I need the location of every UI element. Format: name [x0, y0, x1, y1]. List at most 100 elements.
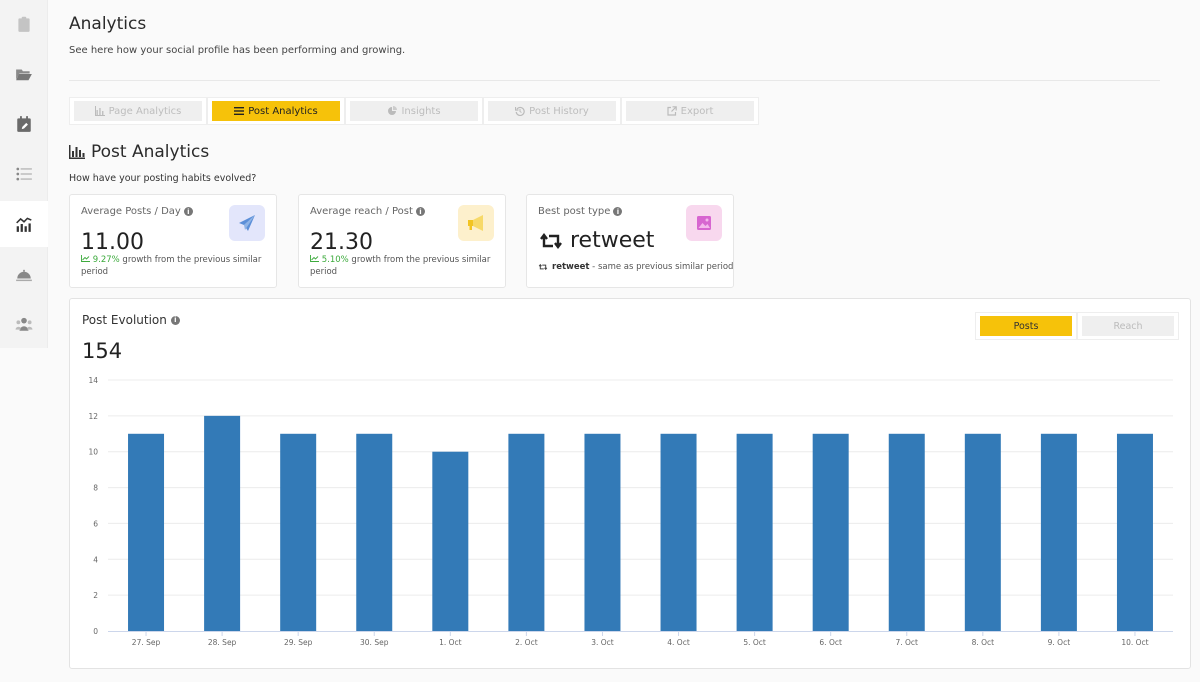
- y-tick-label: 4: [93, 555, 98, 564]
- best-type-value: retweet: [538, 228, 654, 253]
- folder-open-icon: [16, 69, 32, 81]
- card-growth: 9.27% growth from the previous similar p…: [81, 254, 271, 278]
- clipboard-icon: [18, 16, 30, 32]
- x-tick-label: 5. Oct: [743, 638, 766, 647]
- sidebar-item-calendar[interactable]: [0, 104, 48, 144]
- x-tick-label: 7. Oct: [895, 638, 918, 647]
- analytics-tabs: Page Analytics Post Analytics Insights P…: [69, 97, 759, 125]
- sidebar: [0, 0, 48, 348]
- x-tick-label: 6. Oct: [819, 638, 842, 647]
- service-bell-icon: [16, 269, 32, 282]
- pie-chart-icon: [388, 106, 398, 115]
- y-tick-label: 14: [88, 376, 98, 385]
- bar: [1040, 433, 1077, 631]
- sidebar-item-analytics[interactable]: [0, 201, 48, 247]
- best-type-note-text: - same as previous similar period: [589, 262, 734, 272]
- bar: [964, 433, 1001, 631]
- x-tick-label: 10. Oct: [1121, 638, 1148, 647]
- bar: [1116, 433, 1153, 631]
- x-tick-label: 28. Sep: [208, 638, 237, 647]
- x-tick-label: 1. Oct: [439, 638, 462, 647]
- tab-label: Page Analytics: [108, 105, 182, 117]
- x-tick-label: 29. Sep: [284, 638, 313, 647]
- sidebar-item-users[interactable]: [0, 304, 48, 344]
- card-label: Average Posts / Day: [81, 206, 181, 217]
- page-subtitle: See here how your social profile has bee…: [69, 45, 406, 56]
- bar: [660, 433, 697, 631]
- post-evolution-chart: 0 2 4 6 8 10 12 14 27. Sep 28. Sep 29. Sep 30. Sep 1…: [88, 376, 1173, 647]
- growth-percent: 9.27%: [92, 255, 120, 265]
- y-tick-label: 6: [93, 519, 98, 528]
- paper-plane-icon: [239, 215, 255, 231]
- x-tick-label: 30. Sep: [360, 638, 389, 647]
- sidebar-item-list[interactable]: [0, 154, 48, 194]
- best-post-type-card: Best post type i retweet retweet - same …: [526, 194, 734, 288]
- tab-post-history[interactable]: Post History: [483, 97, 621, 125]
- tab-page-analytics[interactable]: Page Analytics: [69, 97, 207, 125]
- best-type-note-bold: retweet: [552, 262, 590, 272]
- info-icon[interactable]: i: [613, 207, 623, 216]
- best-type-text: retweet: [570, 228, 655, 253]
- bars-icon: [234, 107, 245, 115]
- x-tick-label: 4. Oct: [667, 638, 690, 647]
- y-tick-label: 2: [93, 591, 98, 600]
- card-value: 21.30: [310, 230, 373, 255]
- tab-label: Post Analytics: [248, 105, 318, 117]
- card-growth: 5.10% growth from the previous similar p…: [310, 254, 500, 278]
- tab-label: Insights: [401, 105, 441, 117]
- divider: [69, 80, 1160, 81]
- x-tick-label: 8. Oct: [972, 638, 995, 647]
- bar: [888, 433, 925, 631]
- tab-label: Post History: [529, 105, 589, 117]
- bar: [128, 433, 165, 631]
- best-type-note: retweet - same as previous similar perio…: [538, 262, 733, 272]
- bar-chart-icon: [94, 106, 105, 116]
- history-icon: [515, 106, 525, 116]
- info-icon[interactable]: i: [183, 207, 193, 216]
- tab-insights[interactable]: Insights: [345, 97, 483, 125]
- list-icon: [16, 167, 32, 181]
- bar: [356, 433, 393, 631]
- sidebar-item-service[interactable]: [0, 254, 48, 294]
- tab-post-analytics[interactable]: Post Analytics: [207, 97, 345, 125]
- megaphone-icon: [468, 215, 483, 231]
- info-icon[interactable]: i: [415, 207, 425, 216]
- calendar-edit-icon: [17, 116, 31, 132]
- bar: [508, 433, 545, 631]
- bar: [584, 433, 621, 631]
- bar: [280, 433, 317, 631]
- card-icon-box: [458, 205, 494, 241]
- analytics-chart-icon: [16, 217, 32, 232]
- bar-chart-icon: [69, 145, 85, 159]
- card-label: Best post type: [538, 206, 611, 217]
- section-title: Post Analytics: [69, 142, 209, 162]
- x-tick-label: 2. Oct: [515, 638, 538, 647]
- section-subtitle: How have your posting habits evolved?: [69, 173, 257, 184]
- bar: [736, 433, 773, 631]
- avg-posts-card: Average Posts / Day i 11.00 9.27% growth…: [69, 194, 277, 288]
- post-evolution-card: Post Evolution i 154 Posts Reach 0 2 4 6 8 10…: [69, 298, 1191, 669]
- external-link-icon: [667, 106, 677, 116]
- x-tick-label: 9. Oct: [1048, 638, 1071, 647]
- trend-up-icon: [81, 255, 90, 262]
- card-icon-box: [229, 205, 265, 241]
- y-tick-label: 10: [88, 448, 98, 457]
- tab-label: Export: [680, 105, 714, 117]
- bar: [432, 451, 469, 631]
- retweet-icon: [540, 232, 562, 249]
- sidebar-item-folder[interactable]: [0, 54, 48, 94]
- card-value: 11.00: [81, 230, 144, 255]
- bar: [204, 415, 241, 631]
- y-tick-label: 8: [93, 484, 98, 493]
- card-icon-box: [686, 205, 722, 241]
- x-tick-label: 3. Oct: [591, 638, 614, 647]
- image-icon: [697, 216, 711, 230]
- card-label: Average reach / Post: [310, 206, 413, 217]
- y-tick-label: 0: [93, 627, 98, 636]
- sidebar-item-clipboard[interactable]: [0, 4, 48, 44]
- y-tick-label: 12: [88, 412, 98, 421]
- x-tick-label: 27. Sep: [132, 638, 161, 647]
- users-group-icon: [15, 317, 33, 331]
- trend-up-icon: [310, 255, 319, 262]
- tab-export[interactable]: Export: [621, 97, 759, 125]
